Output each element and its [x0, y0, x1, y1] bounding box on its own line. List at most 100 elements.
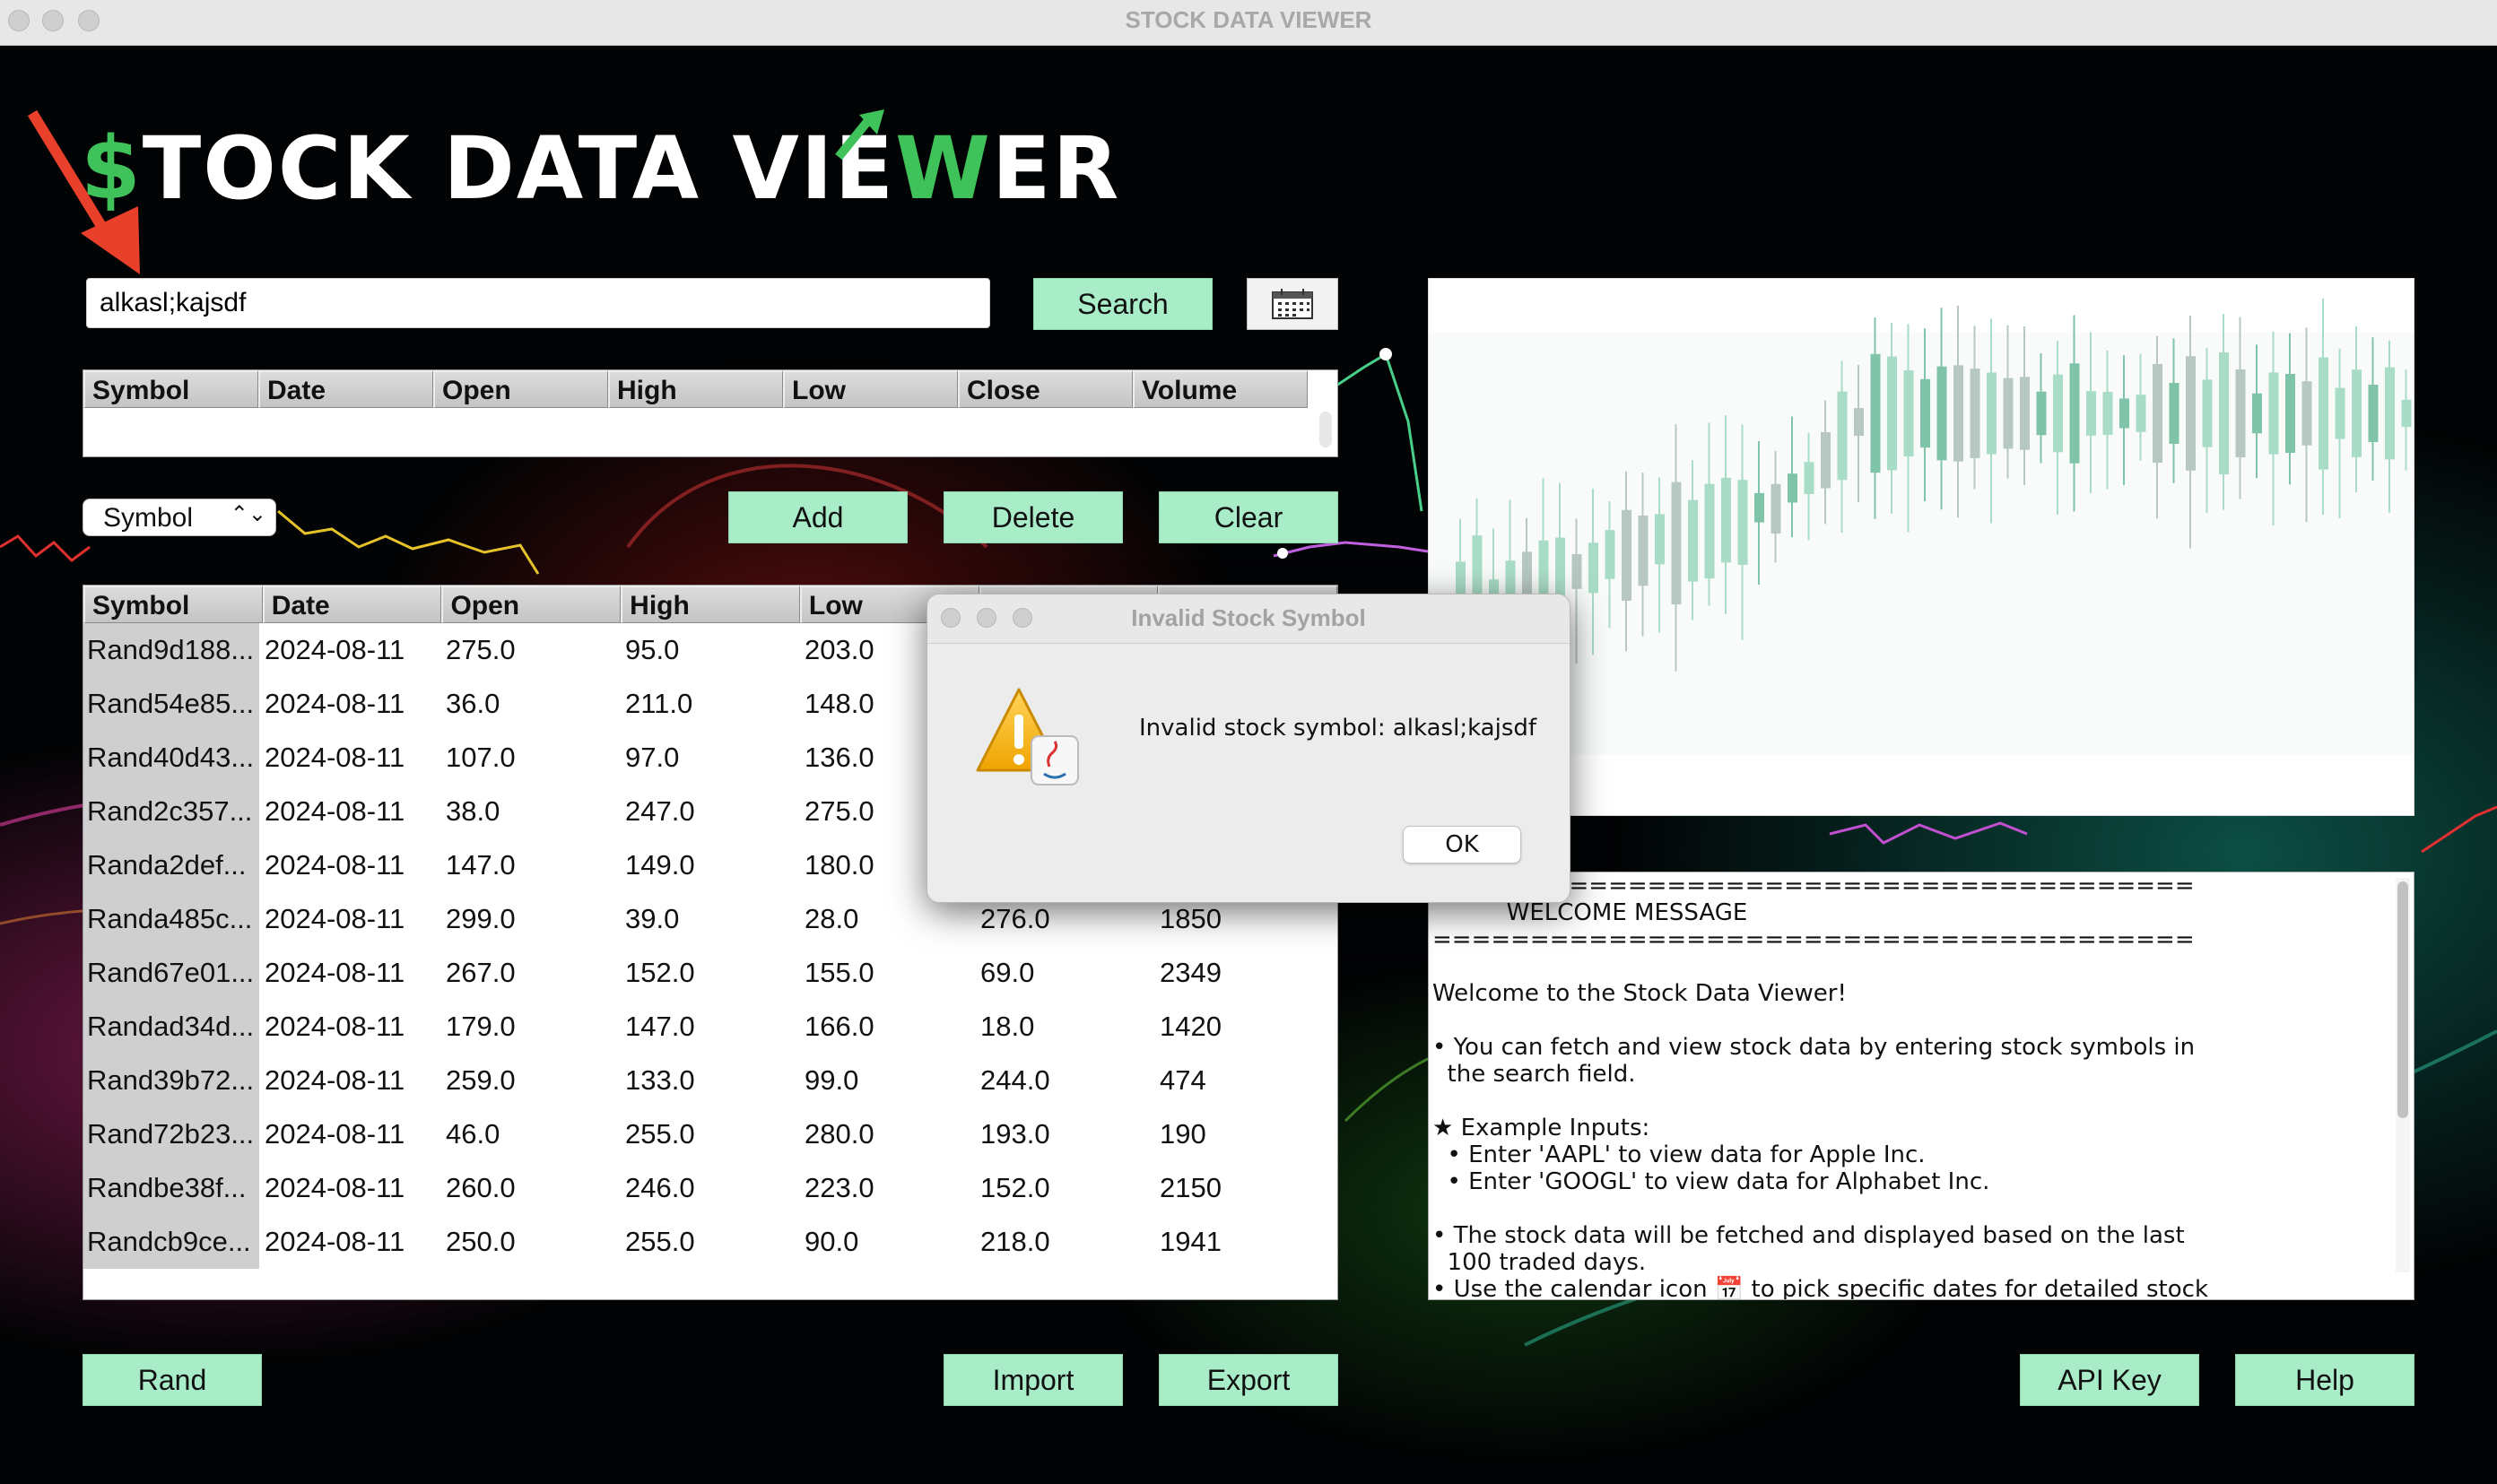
app-logo: $TOCK DATA VIEWER [81, 118, 1120, 219]
cell-symbol: Randcb9ce... [83, 1215, 259, 1269]
cell-low: 155.0 [805, 957, 874, 988]
header-high[interactable]: High [621, 586, 800, 623]
cell-high: 246.0 [625, 1172, 695, 1203]
welcome-scroll-thumb[interactable] [2397, 881, 2408, 1118]
candle-body [2335, 387, 2345, 439]
welcome-line: ======================================= [1432, 926, 2195, 953]
welcome-text-area[interactable]: ======================================= … [1428, 872, 2414, 1300]
select-arrows-icon: ⌃⌄ [230, 502, 266, 526]
sort-by-select[interactable]: Symbol ⌃⌄ [83, 499, 276, 536]
cell-open: 147.0 [446, 849, 516, 881]
candle-body [2036, 391, 2047, 436]
cell-date: 2024-08-11 [265, 903, 405, 934]
candle-body [2119, 398, 2129, 429]
welcome-scrollbar[interactable] [2396, 878, 2410, 1272]
candle-body [2202, 379, 2213, 447]
candle-body [1605, 530, 1615, 579]
welcome-line: WELCOME MESSAGE [1432, 899, 1748, 926]
candle-body [2319, 357, 2328, 470]
candle-body [2020, 377, 2030, 450]
cell-close: 152.0 [980, 1172, 1050, 1203]
cell-date: 2024-08-11 [265, 1172, 405, 1203]
logo-text-1: TOCK DATA VIE [142, 118, 896, 219]
search-input[interactable] [86, 278, 990, 328]
header-open[interactable]: Open [433, 370, 608, 408]
cell-low: 166.0 [805, 1011, 874, 1042]
cell-close: 18.0 [980, 1011, 1035, 1042]
candle-body [1704, 483, 1715, 579]
clear-button[interactable]: Clear [1159, 491, 1338, 543]
header-date[interactable]: Date [258, 370, 433, 408]
ok-button[interactable]: OK [1403, 826, 1521, 863]
cell-high: 255.0 [625, 1226, 695, 1257]
cell-low: 99.0 [805, 1064, 859, 1096]
header-high[interactable]: High [608, 370, 783, 408]
header-symbol[interactable]: Symbol [83, 370, 258, 408]
table-row[interactable]: Randad34d... 2024-08-11 179.0 147.0 166.0 18.… [83, 1000, 1337, 1054]
candle-body [2219, 351, 2229, 475]
candle-body [1688, 499, 1698, 582]
candle-body [1571, 554, 1582, 589]
cell-low: 28.0 [805, 903, 859, 934]
welcome-line: Welcome to the Stock Data Viewer! [1432, 980, 1847, 1007]
table-row[interactable]: Rand72b23... 2024-08-11 46.0 255.0 280.0 193.… [83, 1107, 1337, 1161]
add-button[interactable]: Add [728, 491, 908, 543]
cell-symbol: Rand54e85... [83, 677, 259, 731]
cell-open: 107.0 [446, 742, 516, 773]
welcome-line [1432, 1088, 2383, 1115]
search-button[interactable]: Search [1033, 278, 1213, 330]
table-row[interactable]: Rand39b72... 2024-08-11 259.0 133.0 99.0 244.… [83, 1054, 1337, 1107]
cell-date: 2024-08-11 [265, 1064, 405, 1096]
candle-body [1671, 482, 1682, 605]
cell-high: 95.0 [625, 634, 680, 665]
table-row[interactable]: Randbe38f... 2024-08-11 260.0 246.0 223.0 152… [83, 1161, 1337, 1215]
table-row[interactable]: Rand67e01... 2024-08-11 267.0 152.0 155.0 69.… [83, 946, 1337, 1000]
cell-volume: 190 [1160, 1118, 1206, 1150]
candle-body [1987, 372, 1997, 455]
cell-symbol: Randa2def... [83, 838, 259, 892]
header-date[interactable]: Date [262, 586, 442, 623]
cell-high: 152.0 [625, 957, 695, 988]
help-button[interactable]: Help [2235, 1354, 2414, 1406]
cell-date: 2024-08-11 [265, 795, 405, 827]
header-symbol[interactable]: Symbol [83, 586, 263, 623]
calendar-button[interactable] [1247, 278, 1338, 330]
rand-button[interactable]: Rand [83, 1354, 262, 1406]
dialog-title-bar: Invalid Stock Symbol [927, 594, 1570, 644]
candle-body [1837, 391, 1848, 481]
candle-body [1771, 483, 1781, 534]
import-button[interactable]: Import [944, 1354, 1123, 1406]
welcome-line: the search field. [1432, 1061, 1636, 1088]
candle-body [2252, 393, 2262, 434]
cell-high: 149.0 [625, 849, 695, 881]
welcome-line: • Enter 'GOOGL' to view data for Alphabe… [1432, 1168, 1990, 1195]
table-row[interactable]: Randcb9ce... 2024-08-11 250.0 255.0 90.0 218.… [83, 1215, 1337, 1269]
candle-body [1737, 480, 1748, 565]
candle-body [2235, 369, 2246, 458]
candle-body [1821, 431, 1831, 489]
candle-body [1887, 356, 1897, 471]
invalid-symbol-dialog: Invalid Stock Symbol Invalid stock symbo… [927, 594, 1570, 903]
header-volume[interactable]: Volume [1133, 370, 1308, 408]
api-key-button[interactable]: API Key [2020, 1354, 2199, 1406]
header-low[interactable]: Low [783, 370, 958, 408]
candle-body [1936, 366, 1947, 461]
search-result-table[interactable]: Symbol Date Open High Low Close Volume [83, 369, 1338, 457]
cell-symbol: Randad34d... [83, 1000, 259, 1054]
cell-symbol: Rand39b72... [83, 1054, 259, 1107]
candle-body [2301, 381, 2312, 446]
cell-low: 223.0 [805, 1172, 874, 1203]
candle-body [1903, 369, 1914, 457]
cell-volume: 474 [1160, 1064, 1206, 1096]
cell-volume: 1420 [1160, 1011, 1222, 1042]
delete-button[interactable]: Delete [944, 491, 1123, 543]
export-button[interactable]: Export [1159, 1354, 1338, 1406]
dialog-title: Invalid Stock Symbol [1131, 604, 1366, 631]
header-open[interactable]: Open [441, 586, 622, 623]
header-close[interactable]: Close [958, 370, 1133, 408]
cell-low: 90.0 [805, 1226, 859, 1257]
search-result-scrollbar[interactable] [1319, 412, 1332, 447]
cell-date: 2024-08-11 [265, 1011, 405, 1042]
candle-body [1920, 378, 1930, 448]
calendar-icon [1272, 289, 1313, 319]
